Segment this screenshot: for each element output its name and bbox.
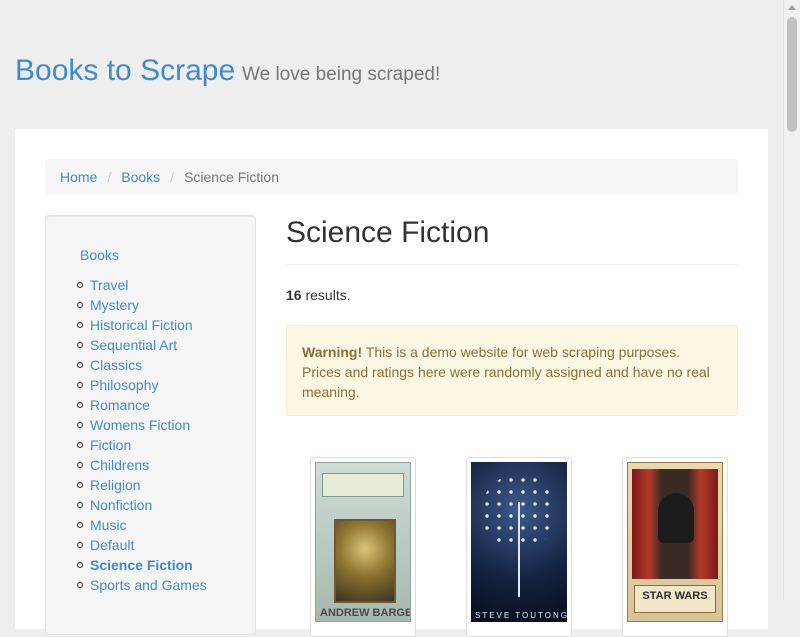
book-cover-image: STAR WARS	[627, 462, 723, 622]
cover-author: ANDREW BARGER	[320, 607, 411, 619]
book-thumbnail-2[interactable]: STEVE TOUTONGHI	[466, 457, 572, 637]
page-scrollbar[interactable]	[783, 0, 800, 600]
alert-message: This is a demo website for web scraping …	[302, 344, 710, 400]
category-link-romance[interactable]: Romance	[90, 397, 150, 413]
category-link-mystery[interactable]: Mystery	[90, 297, 139, 313]
category-item: Classics	[77, 355, 207, 375]
category-link-sports-and-games[interactable]: Sports and Games	[90, 577, 207, 593]
category-link-travel[interactable]: Travel	[90, 277, 128, 293]
scroll-up-arrow-icon[interactable]	[788, 5, 796, 10]
book-thumbnail-3[interactable]: STAR WARS	[622, 457, 728, 637]
cover-title-plate: STAR WARS	[634, 585, 716, 613]
book-cover-image: STEVE TOUTONGHI	[471, 462, 567, 622]
cover-title-band	[322, 473, 404, 497]
category-link-music[interactable]: Music	[90, 517, 127, 533]
breadcrumb-books-link[interactable]: Books	[121, 169, 160, 185]
breadcrumb-home-link[interactable]: Home	[60, 169, 97, 185]
category-link-sequential-art[interactable]: Sequential Art	[90, 337, 177, 353]
category-item: Historical Fiction	[77, 315, 207, 335]
category-item: Travel	[77, 275, 207, 295]
category-link-science-fiction[interactable]: Science Fiction	[90, 557, 193, 573]
category-item: Religion	[77, 475, 207, 495]
category-link-womens-fiction[interactable]: Womens Fiction	[90, 417, 190, 433]
category-link-philosophy[interactable]: Philosophy	[90, 377, 159, 393]
category-item: Fiction	[77, 435, 207, 455]
category-link-childrens[interactable]: Childrens	[90, 457, 149, 473]
category-link-historical-fiction[interactable]: Historical Fiction	[90, 317, 193, 333]
category-item: Childrens	[77, 455, 207, 475]
sidebar-books-link[interactable]: Books	[80, 247, 119, 263]
category-item: Default	[77, 535, 207, 555]
brand-link[interactable]: Books to Scrape	[15, 54, 235, 87]
category-item: Music	[77, 515, 207, 535]
category-link-fiction[interactable]: Fiction	[90, 437, 131, 453]
breadcrumb-separator: /	[170, 169, 175, 185]
breadcrumb-current: Science Fiction	[184, 169, 279, 185]
category-item: Philosophy	[77, 375, 207, 395]
page-panel: Home / Books / Science Fiction Books Tra…	[15, 129, 768, 637]
category-item: Womens Fiction	[77, 415, 207, 435]
cover-title: STAR WARS	[642, 590, 708, 602]
category-item: Nonfiction	[77, 495, 207, 515]
tagline: We love being scraped!	[242, 64, 441, 85]
book-thumbnail-1[interactable]: ANDREW BARGER	[310, 457, 416, 637]
breadcrumb-separator: /	[107, 169, 112, 185]
cover-author: STEVE TOUTONGHI	[475, 611, 567, 620]
category-item: Romance	[77, 395, 207, 415]
results-count: 16 results.	[286, 287, 351, 303]
category-link-classics[interactable]: Classics	[90, 357, 142, 373]
page-title: Science Fiction	[286, 216, 490, 249]
cover-line-decoration	[518, 502, 520, 597]
site-header: Books to Scrape We love being scraped!	[15, 54, 440, 88]
category-link-default[interactable]: Default	[90, 537, 134, 553]
category-item: Sequential Art	[77, 335, 207, 355]
scrollbar-thumb[interactable]	[787, 17, 797, 132]
category-sidebar: Books Travel Mystery Historical Fiction …	[45, 215, 256, 635]
category-list: Travel Mystery Historical Fiction Sequen…	[77, 275, 207, 595]
cover-illustration	[334, 519, 396, 603]
book-cover-image: ANDREW BARGER	[315, 462, 411, 622]
category-item: Sports and Games	[77, 575, 207, 595]
results-label: results.	[301, 287, 351, 303]
warning-alert: Warning! This is a demo website for web …	[286, 325, 738, 416]
category-link-religion[interactable]: Religion	[90, 477, 141, 493]
alert-heading: Warning!	[302, 344, 363, 360]
results-number: 16	[286, 287, 302, 303]
breadcrumb: Home / Books / Science Fiction	[45, 159, 738, 195]
cover-figure	[658, 493, 694, 543]
category-link-nonfiction[interactable]: Nonfiction	[90, 497, 152, 513]
title-divider	[286, 264, 738, 265]
category-item: Science Fiction	[77, 555, 207, 575]
category-item: Mystery	[77, 295, 207, 315]
